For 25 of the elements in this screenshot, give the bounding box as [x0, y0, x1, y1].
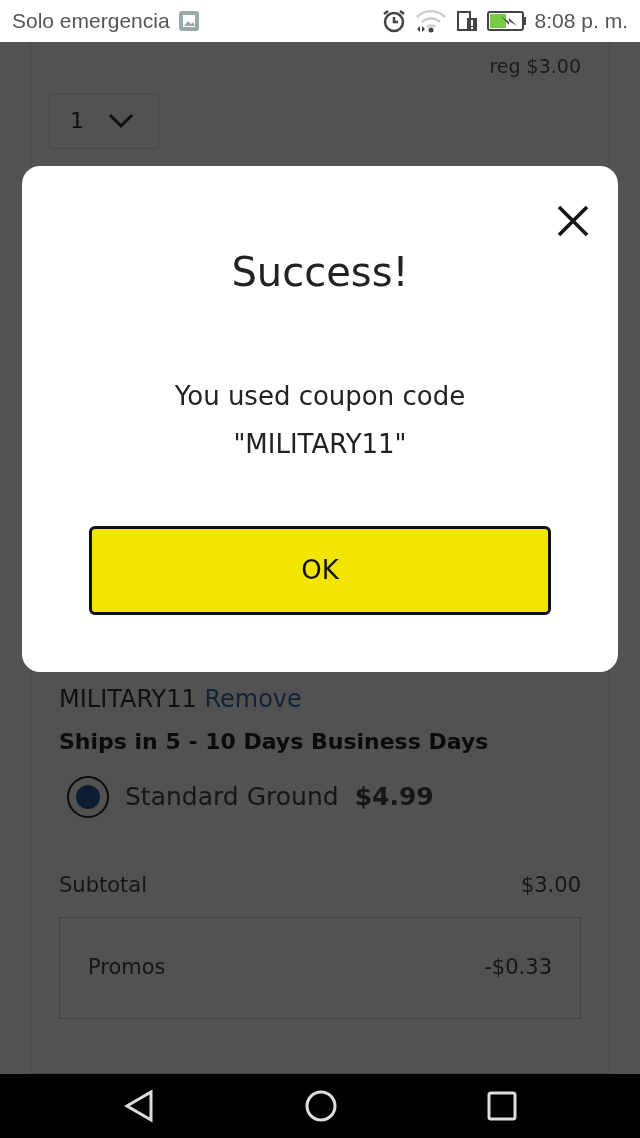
summary-value: $3.00 — [520, 871, 581, 899]
summary-value: -$0.33 — [484, 954, 552, 981]
recents-icon[interactable] — [487, 1091, 518, 1121]
coupon-code: MILITARY11 — [59, 684, 197, 713]
wifi-icon — [414, 9, 447, 33]
dialog-title: Success! — [230, 248, 410, 297]
summary-label: Subtotal — [59, 871, 147, 899]
shipping-heading: Ships in 5 - 10 Days Business Days — [59, 727, 490, 756]
sim-alert-icon — [454, 9, 479, 33]
summary-label: Promos — [88, 954, 166, 981]
shipping-option-label: Standard Ground — [125, 780, 339, 813]
battery-charging-icon — [486, 10, 527, 32]
carrier-text: Solo emergencia — [12, 8, 170, 35]
image-icon — [177, 10, 200, 32]
close-icon — [556, 204, 590, 238]
shipping-price: $4.99 — [354, 780, 434, 813]
remove-link[interactable]: Remove — [204, 684, 302, 713]
clock-text: 8:08 p. m. — [534, 8, 628, 35]
quantity-select[interactable]: 1 — [49, 92, 159, 149]
chevron-down-icon — [108, 112, 134, 129]
ok-button[interactable]: OK — [89, 526, 551, 615]
back-icon[interactable] — [122, 1089, 155, 1123]
radio-button[interactable] — [67, 775, 109, 818]
home-icon[interactable] — [304, 1089, 338, 1123]
dialog-message: You used coupon code "MILITARY11" — [173, 380, 467, 461]
